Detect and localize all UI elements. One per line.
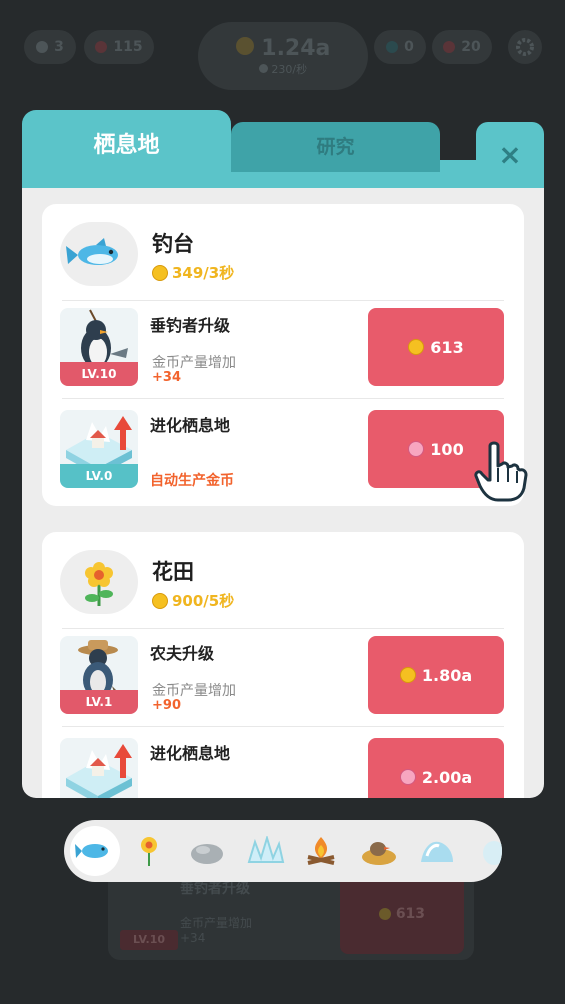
fisher-penguin-icon: LV.10 (60, 308, 138, 386)
row-title: 垂钓者升级 (150, 316, 231, 335)
coin-icon (258, 63, 268, 73)
selector-iceberg-icon[interactable] (412, 826, 462, 876)
habitat-card-flower: 花田 900/5秒 LV.1 农夫升级 金币产量增加 +90 1.80a 进化栖… (42, 532, 524, 798)
bg-coin-counter: 1.24a 230/秒 (198, 22, 368, 90)
heart-icon (399, 769, 416, 785)
flower-icon (60, 550, 138, 614)
background-topbar: 3 115 1.24a 230/秒 0 20 (0, 0, 565, 100)
row-title: 进化栖息地 (150, 416, 231, 435)
row-subtitle: 金币产量增加 (152, 355, 236, 371)
tab-research[interactable]: 研究 (231, 122, 440, 172)
bg-coins-rate: 230/秒 (258, 61, 307, 77)
selector-flower-icon[interactable] (124, 826, 174, 876)
bg-gems: 115 (84, 30, 154, 64)
bg-hearts: 20 (432, 30, 492, 64)
selector-egg-icon[interactable] (468, 826, 502, 876)
habitat-selector (64, 820, 502, 882)
habitat-panel: 研究 栖息地 × 钓台 349/3秒 LV.10 垂钓者升级 金币产量增加 +3… (22, 110, 544, 798)
level-badge: LV.1 (60, 690, 138, 714)
evolve-habitat-icon: LV.0 (60, 410, 138, 488)
coin-icon (152, 592, 168, 609)
bg-buy-button: 613 (340, 874, 464, 954)
coin-icon (152, 264, 168, 281)
heart-icon (443, 41, 456, 53)
selector-fish-icon[interactable] (70, 826, 120, 876)
bg-stat-icon (36, 41, 49, 53)
row-bonus: +34 (152, 370, 181, 385)
evolve-habitat-button[interactable]: 2.00a (368, 738, 504, 798)
habitat-rate: 900/5秒 (152, 590, 234, 611)
row-bonus: +90 (152, 698, 181, 713)
coin-icon (408, 339, 425, 355)
selector-nest-icon[interactable] (354, 826, 404, 876)
selector-ice-icon[interactable] (240, 826, 290, 876)
row-title: 农夫升级 (150, 644, 215, 663)
level-badge: LV.10 (60, 362, 138, 386)
coin-icon (378, 908, 391, 920)
tab-habitat[interactable]: 栖息地 (22, 110, 231, 188)
habitat-card-fishing: 钓台 349/3秒 LV.10 垂钓者升级 金币产量增加 +34 613 LV.… (42, 204, 524, 506)
coin-icon (399, 667, 416, 683)
close-button[interactable]: × (476, 122, 544, 188)
habitat-list[interactable]: 钓台 349/3秒 LV.10 垂钓者升级 金币产量增加 +34 613 LV.… (22, 188, 544, 798)
fish-icon (386, 41, 399, 53)
evolve-habitat-icon (60, 738, 138, 798)
gem-icon (95, 41, 108, 53)
level-badge: LV.0 (60, 464, 138, 488)
coin-icon (235, 36, 254, 55)
upgrade-farmer-button[interactable]: 1.80a (368, 636, 504, 714)
farmer-penguin-icon: LV.1 (60, 636, 138, 714)
bg-fish: 0 (374, 30, 426, 64)
tap-hint-hand-icon (472, 440, 528, 504)
habitat-rate: 349/3秒 (152, 262, 234, 283)
row-note: 自动生产金币 (150, 473, 234, 489)
gear-icon[interactable] (508, 30, 542, 64)
upgrade-fisher-button[interactable]: 613 (368, 308, 504, 386)
heart-icon (408, 441, 425, 457)
row-subtitle: 金币产量增加 (152, 683, 236, 699)
habitat-title: 花田 (152, 560, 194, 584)
bg-stat-left: 3 (24, 30, 76, 64)
row-title: 进化栖息地 (150, 744, 231, 763)
selector-rock-icon[interactable] (182, 826, 232, 876)
habitat-title: 钓台 (152, 232, 194, 256)
fish-icon (60, 222, 138, 286)
selector-campfire-icon[interactable] (296, 826, 346, 876)
close-icon: × (498, 138, 522, 171)
bg-coins: 1.24a (235, 36, 330, 61)
